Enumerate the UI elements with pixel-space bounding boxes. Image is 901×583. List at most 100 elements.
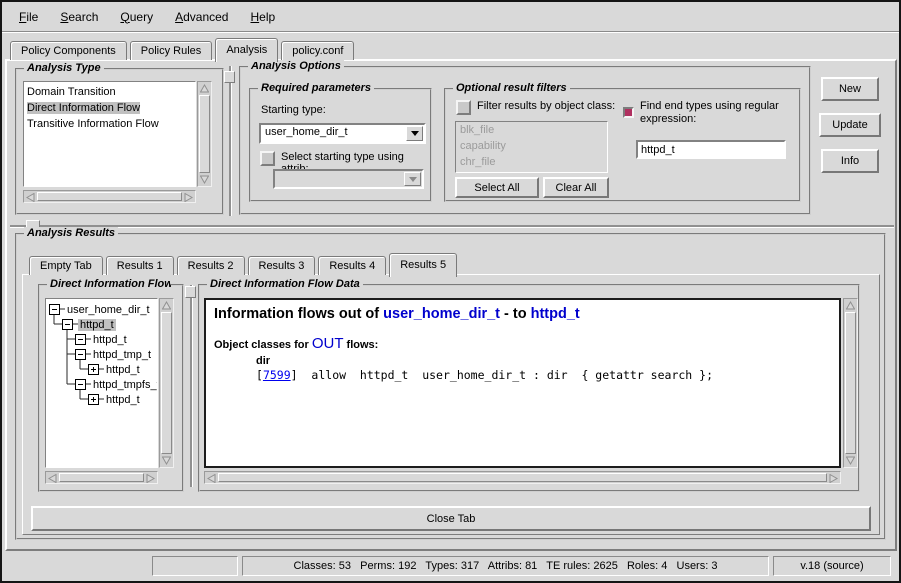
selected-list-item[interactable]: Direct Information Flow	[27, 102, 140, 114]
scroll-down-icon[interactable]	[199, 174, 210, 185]
collapse-icon[interactable]	[62, 319, 73, 330]
horizontal-sash[interactable]	[10, 225, 894, 227]
collapse-icon[interactable]	[75, 349, 86, 360]
clear-all-button[interactable]: Clear All	[543, 177, 609, 198]
select-all-button[interactable]: Select All	[455, 177, 539, 198]
sash-handle[interactable]	[185, 286, 196, 298]
flow-data-title: Direct Information Flow Data	[207, 278, 363, 290]
list-item[interactable]: Transitive Information Flow	[24, 116, 195, 132]
scrollbar-thumb[interactable]	[218, 473, 827, 482]
tree-node[interactable]: httpd_t	[62, 317, 116, 332]
object-class-item: capability	[456, 138, 607, 154]
scrollbar-thumb[interactable]	[59, 473, 144, 482]
menu-advanced[interactable]: Advanced	[164, 7, 239, 27]
object-class-checkbox[interactable]	[456, 100, 471, 115]
expand-icon[interactable]	[88, 394, 99, 405]
tab-results-5[interactable]: Results 5	[389, 253, 457, 277]
menu-search[interactable]: Search	[49, 7, 109, 27]
tree-node[interactable]: httpd_tmpfs_t	[75, 377, 158, 392]
tab-results-2[interactable]: Results 2	[177, 256, 245, 275]
tab-results-1[interactable]: Results 1	[106, 256, 174, 275]
tab-analysis[interactable]: Analysis	[215, 38, 278, 62]
tree-node-label[interactable]: httpd_t	[91, 334, 129, 346]
attrib-checkbox[interactable]	[260, 151, 275, 166]
scrollbar-thumb[interactable]	[161, 312, 172, 454]
object-class-item: blk_file	[456, 122, 607, 138]
close-tab-button[interactable]: Close Tab	[31, 506, 871, 531]
regex-input[interactable]	[636, 140, 786, 159]
starting-type-combobox[interactable]: user_home_dir_t	[259, 123, 426, 144]
scroll-left-icon[interactable]	[25, 192, 36, 203]
tree-node[interactable]: httpd_t	[75, 332, 129, 347]
list-item[interactable]: Direct Information Flow	[24, 100, 195, 116]
scroll-up-icon[interactable]	[845, 300, 856, 311]
analysis-type-title: Analysis Type	[24, 62, 104, 74]
vertical-scrollbar[interactable]	[843, 298, 858, 468]
scroll-right-icon[interactable]	[183, 192, 194, 203]
horizontal-scrollbar[interactable]	[23, 190, 196, 203]
scroll-right-icon[interactable]	[145, 473, 156, 484]
tree-node-label[interactable]: httpd_t	[104, 364, 142, 376]
flow-data-frame: Direct Information Flow Data Information…	[198, 284, 860, 492]
tree-node[interactable]: httpd_tmp_t	[75, 347, 153, 362]
analysis-type-list: Domain Transition Direct Information Flo…	[23, 81, 196, 187]
tab-policy-rules[interactable]: Policy Rules	[130, 41, 213, 60]
horizontal-scrollbar[interactable]	[204, 471, 841, 484]
regex-checkbox-label: Find end types using regular expression:	[640, 100, 800, 126]
scroll-up-icon[interactable]	[161, 300, 172, 311]
tab-policy-conf[interactable]: policy.conf	[281, 41, 354, 60]
scrollbar-thumb[interactable]	[199, 95, 210, 173]
flow-tree: user_home_dir_t httpd_t httpd_t httpd_tm…	[45, 298, 158, 468]
tree-node[interactable]: httpd_t	[88, 392, 142, 407]
menu-query[interactable]: Query	[109, 7, 164, 27]
list-item[interactable]: Domain Transition	[24, 84, 195, 100]
collapse-icon[interactable]	[49, 304, 60, 315]
info-button[interactable]: Info	[821, 149, 879, 173]
vertical-sash[interactable]	[190, 285, 192, 487]
tab-empty[interactable]: Empty Tab	[29, 256, 103, 275]
scroll-right-icon[interactable]	[828, 473, 839, 484]
scroll-down-icon[interactable]	[161, 455, 172, 466]
tree-node-label[interactable]: httpd_tmp_t	[91, 349, 153, 361]
sash-handle[interactable]	[224, 71, 235, 83]
tree-node-label[interactable]: user_home_dir_t	[65, 304, 152, 316]
combobox-arrow-button[interactable]	[406, 126, 423, 141]
policy-version: v.18 (source)	[773, 556, 891, 576]
analysis-results-title: Analysis Results	[24, 227, 118, 239]
object-class-item: chr_file	[456, 154, 607, 170]
tree-node[interactable]: user_home_dir_t	[49, 302, 152, 317]
scroll-left-icon[interactable]	[206, 473, 217, 484]
rule-number-link[interactable]: 7599	[263, 368, 291, 382]
new-button[interactable]: New	[821, 77, 879, 101]
vertical-scrollbar[interactable]	[197, 81, 212, 187]
regex-checkbox[interactable]	[623, 107, 634, 118]
attrib-combobox-value	[275, 171, 403, 187]
tab-policy-components[interactable]: Policy Components	[10, 41, 127, 60]
scrollbar-thumb[interactable]	[845, 312, 856, 454]
tree-node-label[interactable]: httpd_t	[104, 394, 142, 406]
tab-results-4[interactable]: Results 4	[318, 256, 386, 275]
horizontal-scrollbar[interactable]	[45, 471, 158, 484]
scroll-left-icon[interactable]	[47, 473, 58, 484]
tab-results-3[interactable]: Results 3	[248, 256, 316, 275]
expand-icon[interactable]	[88, 364, 99, 375]
scrollbar-thumb[interactable]	[37, 192, 182, 201]
menu-file[interactable]: File	[8, 7, 49, 27]
scroll-up-icon[interactable]	[199, 83, 210, 94]
vertical-scrollbar[interactable]	[159, 298, 174, 468]
tree-node-label[interactable]: httpd_tmpfs_t	[91, 379, 158, 391]
update-button[interactable]: Update	[819, 113, 881, 137]
flow-header: Information flows out of user_home_dir_t…	[214, 306, 831, 322]
tree-node-label-selected[interactable]: httpd_t	[78, 319, 116, 331]
collapse-icon[interactable]	[75, 379, 86, 390]
vertical-sash[interactable]	[229, 66, 231, 216]
menu-help[interactable]: Help	[239, 7, 286, 27]
attrib-combobox	[273, 169, 424, 189]
apol-window: File Search Query Advanced Help Policy C…	[0, 0, 901, 583]
scroll-down-icon[interactable]	[845, 455, 856, 466]
object-class-checkbox-row[interactable]: Filter results by object class:	[456, 100, 615, 115]
tree-node[interactable]: httpd_t	[88, 362, 142, 377]
object-class-checkbox-label: Filter results by object class:	[477, 100, 615, 112]
te-rule: [7599] allow httpd_t user_home_dir_t : d…	[256, 368, 831, 382]
collapse-icon[interactable]	[75, 334, 86, 345]
